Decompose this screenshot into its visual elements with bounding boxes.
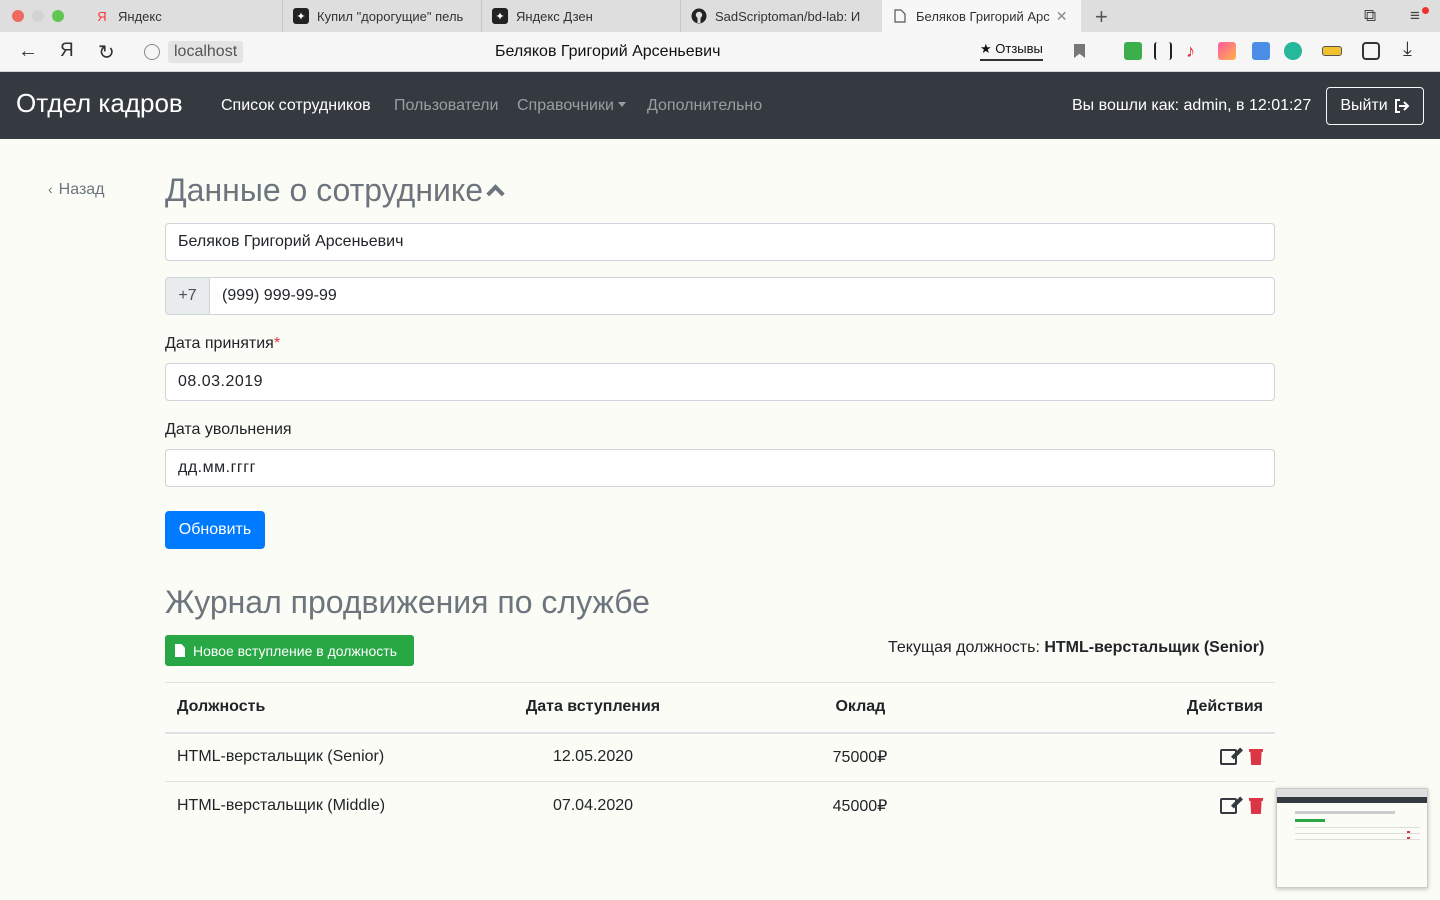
hire-date-label: Дата принятия*: [165, 335, 280, 353]
logged-in-status: Вы вошли как: admin, в 12:01:27: [1072, 97, 1312, 114]
chevron-up-icon[interactable]: [486, 184, 505, 203]
nav-extra[interactable]: Дополнительно: [647, 97, 762, 115]
trash-icon[interactable]: [1249, 798, 1263, 815]
cell-salary: 45000₽: [701, 781, 1138, 831]
brand-logo[interactable]: Отдел кадров: [16, 88, 183, 119]
dismissal-date-label: Дата увольнения: [165, 421, 292, 438]
extension-chat-icon[interactable]: [1362, 42, 1380, 60]
browser-tab[interactable]: ✦ Купил "дорогущие" пель: [283, 0, 482, 32]
browser-tab[interactable]: Я Яндекс: [84, 0, 283, 32]
back-link[interactable]: ‹ Назад: [48, 181, 105, 199]
tab-close-icon[interactable]: ✕: [1056, 8, 1068, 25]
back-arrow-icon[interactable]: ←: [18, 40, 38, 63]
browser-tab[interactable]: ✦ Яндекс Дзен: [482, 0, 681, 32]
new-position-label: Новое вступление в должность: [193, 642, 397, 659]
github-icon: [691, 8, 707, 24]
extension-gradient-icon[interactable]: [1218, 42, 1236, 60]
zen-icon: ✦: [293, 8, 309, 24]
column-header-salary: Оклад: [701, 682, 1138, 734]
journal-table: Должность Дата вступления Оклад Действия…: [165, 682, 1275, 831]
dismissal-date-input[interactable]: дд.мм.гггг: [165, 449, 1275, 487]
cell-actions: [1137, 781, 1275, 831]
file-icon: [175, 644, 185, 657]
logout-label: Выйти: [1340, 97, 1388, 114]
current-position-label: Текущая должность:: [888, 639, 1040, 656]
close-window-button[interactable]: [12, 10, 24, 22]
phone-prefix: +7: [165, 277, 210, 315]
cell-position: HTML-верстальщик (Senior): [165, 732, 485, 782]
table-row: HTML-верстальщик (Senior) 12.05.2020 750…: [165, 732, 1275, 782]
hire-date-label-text: Дата принятия: [165, 335, 274, 352]
nav-references-dropdown[interactable]: Справочники: [517, 97, 626, 115]
minimize-window-button[interactable]: [32, 10, 44, 22]
current-position-value: HTML-верстальщик (Senior): [1044, 639, 1265, 656]
new-tab-button[interactable]: +: [1095, 4, 1108, 30]
phone-input-group: +7 (999) 999-99-99: [165, 277, 1275, 315]
caret-down-icon: [617, 101, 626, 107]
row-actions: [1220, 798, 1263, 815]
tab-list-icon[interactable]: ⧉: [1364, 6, 1376, 26]
browser-tab-bar: Я Яндекс ✦ Купил "дорогущие" пель ✦ Янде…: [0, 0, 1440, 32]
new-position-button[interactable]: Новое вступление в должность: [165, 635, 414, 666]
extension-equalizer-icon[interactable]: [1154, 42, 1172, 60]
battery-icon[interactable]: [1322, 46, 1342, 56]
url-page-title: Беляков Григорий Арсеньевич: [495, 43, 721, 60]
browser-tab[interactable]: SadScriptoman/bd-lab: И: [681, 0, 880, 32]
phone-input[interactable]: (999) 999-99-99: [209, 277, 1275, 315]
yandex-home-icon[interactable]: Я: [60, 40, 74, 62]
edit-icon[interactable]: [1220, 798, 1237, 815]
update-button[interactable]: Обновить: [165, 511, 265, 549]
globe-icon: [144, 44, 160, 60]
column-header-date: Дата вступления: [484, 682, 702, 734]
cell-position: HTML-верстальщик (Middle): [165, 781, 485, 831]
column-header-position: Должность: [165, 682, 485, 734]
current-position: Текущая должность: HTML-верстальщик (Sen…: [888, 639, 1264, 657]
browser-tab-active[interactable]: Беляков Григорий Арс ✕: [882, 0, 1081, 32]
yandex-icon: Я: [97, 8, 107, 24]
nav-users[interactable]: Пользователи: [394, 97, 498, 115]
page-icon: [892, 8, 908, 24]
thumbnail-image: [1277, 789, 1427, 887]
row-actions: [1220, 749, 1263, 766]
nav-references-label: Справочники: [517, 97, 614, 114]
hire-date-input[interactable]: 08.03.2019: [165, 363, 1275, 401]
extension-teal-icon[interactable]: [1284, 42, 1302, 60]
zoom-window-button[interactable]: [52, 10, 64, 22]
extension-translate-icon[interactable]: [1124, 42, 1142, 60]
table-row: HTML-верстальщик (Middle) 07.04.2020 450…: [165, 781, 1275, 831]
browser-address-bar: ← Я ↻ localhost Беляков Григорий Арсенье…: [0, 32, 1440, 72]
edit-icon[interactable]: [1220, 749, 1237, 766]
menu-icon[interactable]: ≡: [1410, 6, 1420, 26]
logout-button[interactable]: Выйти: [1326, 87, 1424, 125]
back-label: Назад: [58, 181, 105, 198]
cell-date: 12.05.2020: [484, 732, 702, 782]
journal-title: Журнал продвижения по службе: [165, 584, 650, 620]
column-header-actions: Действия: [1137, 682, 1275, 734]
reviews-button[interactable]: ★ Отзывы: [980, 41, 1043, 61]
required-mark: *: [273, 335, 281, 352]
page-title: Данные о сотруднике: [165, 172, 505, 209]
url-host: localhost: [168, 41, 244, 63]
full-name-input[interactable]: Беляков Григорий Арсеньевич: [165, 223, 1275, 261]
extension-music-icon[interactable]: ♪: [1186, 42, 1204, 60]
reload-icon[interactable]: ↻: [98, 40, 115, 65]
download-icon[interactable]: ⤓: [1403, 38, 1412, 61]
cell-salary: 75000₽: [701, 732, 1138, 782]
cell-actions: [1137, 732, 1275, 782]
sign-out-icon: [1394, 99, 1410, 113]
chevron-left-icon: ‹: [48, 181, 53, 197]
nav-employees[interactable]: Список сотрудников: [221, 97, 371, 115]
notification-dot: [1422, 7, 1429, 14]
page-title-text: Данные о сотруднике: [165, 172, 484, 208]
screenshot-preview-thumbnail[interactable]: [1276, 788, 1428, 888]
trash-icon[interactable]: [1249, 749, 1263, 766]
app-navbar: Отдел кадров Список сотрудников Пользова…: [0, 72, 1440, 139]
cell-date: 07.04.2020: [484, 781, 702, 831]
zen-icon: ✦: [492, 8, 508, 24]
table-header-row: Должность Дата вступления Оклад Действия: [165, 682, 1275, 734]
extension-blue-icon[interactable]: [1252, 42, 1270, 60]
